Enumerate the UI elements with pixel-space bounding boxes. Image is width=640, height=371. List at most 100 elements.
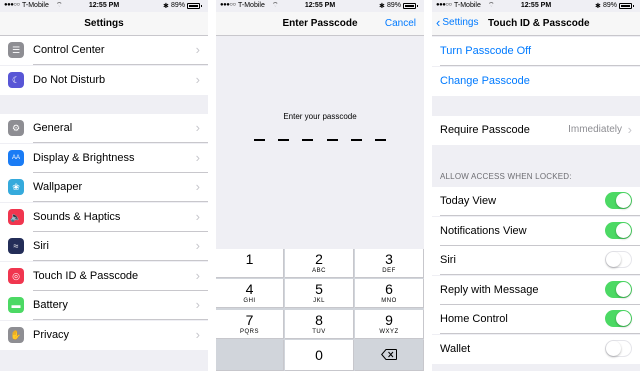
key-digit: 0 [315,347,323,363]
backspace-icon [381,349,397,360]
keypad-key-9[interactable]: 9 WXYZ [355,310,424,339]
keypad-key-5[interactable]: 5 JKL [285,279,354,308]
passcode-digit-slot [350,139,362,141]
require-passcode-row[interactable]: Require Passcode Immediately › [432,116,640,145]
settings-row-touch-id-passcode[interactable]: ◎ Touch ID & Passcode › [0,261,208,291]
settings-row-privacy[interactable]: ✋ Privacy › [0,320,208,350]
moon-icon: ☾ [8,72,24,88]
battery-icon [403,3,418,9]
keypad-key-1[interactable]: 1 [216,249,284,278]
key-letters: MNO [381,298,397,304]
page-title: Settings [84,18,124,29]
toggle-row-label: Notifications View [440,224,527,237]
passcode-prompt: Enter your passcode [283,112,357,121]
settings-row-sounds-haptics[interactable]: 🔈 Sounds & Haptics › [0,202,208,232]
chevron-right-icon: › [627,122,632,137]
settings-row-label: Siri [33,240,49,252]
settings-row-wallpaper[interactable]: ❀ Wallpaper › [0,173,208,202]
cancel-button[interactable]: Cancel [385,18,416,29]
row-divider [33,64,208,65]
toggle-row-label: Siri [440,254,456,266]
delete-button[interactable] [355,340,424,371]
turn-passcode-off-button[interactable]: Turn Passcode Off [432,37,640,66]
settings-row-siri[interactable]: ≈ Siri › [0,232,208,261]
battery-icon: ▬ [8,297,24,313]
passcode-digit-slot [302,139,314,141]
key-letters: PQRS [239,329,259,335]
toggle-knob [606,252,621,267]
settings-row-general[interactable]: ⚙ General › [0,114,208,143]
siri-icon: ≈ [8,238,24,254]
change-passcode-button[interactable]: Change Passcode [432,67,640,96]
nav-bar: Enter Passcode Cancel [216,12,424,36]
chevron-right-icon: › [195,72,200,87]
speaker-icon: 🔈 [8,208,24,225]
key-digit: 5 [315,281,323,297]
settings-row-control-center[interactable]: ☰ Control Center › [0,36,208,65]
chevron-right-icon: › [195,297,200,312]
settings-row-label: Sounds & Haptics [33,210,121,223]
today-view-toggle[interactable] [605,192,632,209]
reply-with-message-toggle[interactable] [605,280,632,298]
settings-row-battery[interactable]: ▬ Battery › [0,291,208,320]
keypad-key-6[interactable]: 6 MNO [355,279,424,308]
hand-icon: ✋ [8,326,24,343]
passcode-screen: ●●●○○ T-Mobile ⌔ 12:55 PM ✱ 89% Enter Pa… [216,0,424,371]
chevron-right-icon: › [195,267,200,283]
keypad-key-8[interactable]: 8 TUV [285,310,354,339]
require-passcode-value: Immediately [568,124,622,135]
settings-row-label: Control Center [33,44,105,56]
keypad-key-2[interactable]: 2 ABC [285,249,354,278]
chevron-left-icon: ‹ [436,14,441,30]
key-letters: JKL [313,298,325,304]
key-letters: TUV [312,329,326,335]
home-control-toggle[interactable] [605,310,632,327]
toggle-row-reply-with-message: Reply with Message [432,275,640,305]
settings-row-display-brightness[interactable]: AA Display & Brightness › [0,143,208,173]
status-bar: ●●●○○ T-Mobile ⌔ 12:55 PM ✱ 89% [216,0,424,12]
keypad-blank [216,340,284,371]
notifications-view-toggle[interactable] [605,221,632,239]
toggle-knob [616,222,631,238]
toggle-row-label: Today View [440,195,497,207]
keypad-key-4[interactable]: 4 GHI [216,279,284,308]
chevron-right-icon: › [195,208,200,224]
settings-row-label: Display & Brightness [33,151,135,164]
toggle-row-siri: Siri [432,246,640,275]
passcode-digit-slot [278,139,290,141]
key-letters: WXYZ [379,329,399,335]
keypad-key-7[interactable]: 7 PQRS [216,310,284,339]
battery-percent: 89% [387,2,402,9]
chevron-right-icon: › [195,120,200,135]
screenshot-collage: ●●●○○ T-Mobile ⌔ 12:55 PM ✱ 89% Settings… [0,0,640,371]
settings-screen: ●●●○○ T-Mobile ⌔ 12:55 PM ✱ 89% Settings… [0,0,208,371]
key-digit: 7 [245,312,254,328]
battery-percent: 89% [603,2,618,9]
keypad-key-0[interactable]: 0 [285,340,354,371]
settings-row-do-not-disturb[interactable]: ☾ Do Not Disturb › [0,66,208,95]
toggle-row-notifications-view: Notifications View [432,216,640,246]
battery-icon [619,3,634,9]
passcode-dots [254,139,386,141]
control-center-icon: ☰ [8,42,24,58]
require-passcode-label: Require Passcode [440,124,530,136]
key-digit: 3 [385,251,393,267]
toggle-row-home-control: Home Control [432,305,640,334]
battery-icon [187,3,202,9]
bluetooth-icon: ✱ [595,3,601,10]
siri-toggle[interactable] [605,251,632,268]
key-digit: 9 [385,312,393,328]
toggle-row-label: Reply with Message [440,283,539,296]
section-header: ALLOW ACCESS WHEN LOCKED: [440,172,572,181]
nav-bar: Settings [0,12,208,36]
passcode-digit-slot [326,139,338,141]
key-digit: 1 [245,251,254,267]
row-divider [440,65,640,66]
chevron-right-icon: › [195,179,200,194]
toggle-knob [606,340,621,356]
settings-row-label: Do Not Disturb [33,74,106,86]
toggle-row-label: Home Control [440,313,508,325]
settings-row-label: Touch ID & Passcode [33,269,139,282]
keypad-key-3[interactable]: 3 DEF [355,249,424,278]
wallet-toggle[interactable] [605,339,632,357]
